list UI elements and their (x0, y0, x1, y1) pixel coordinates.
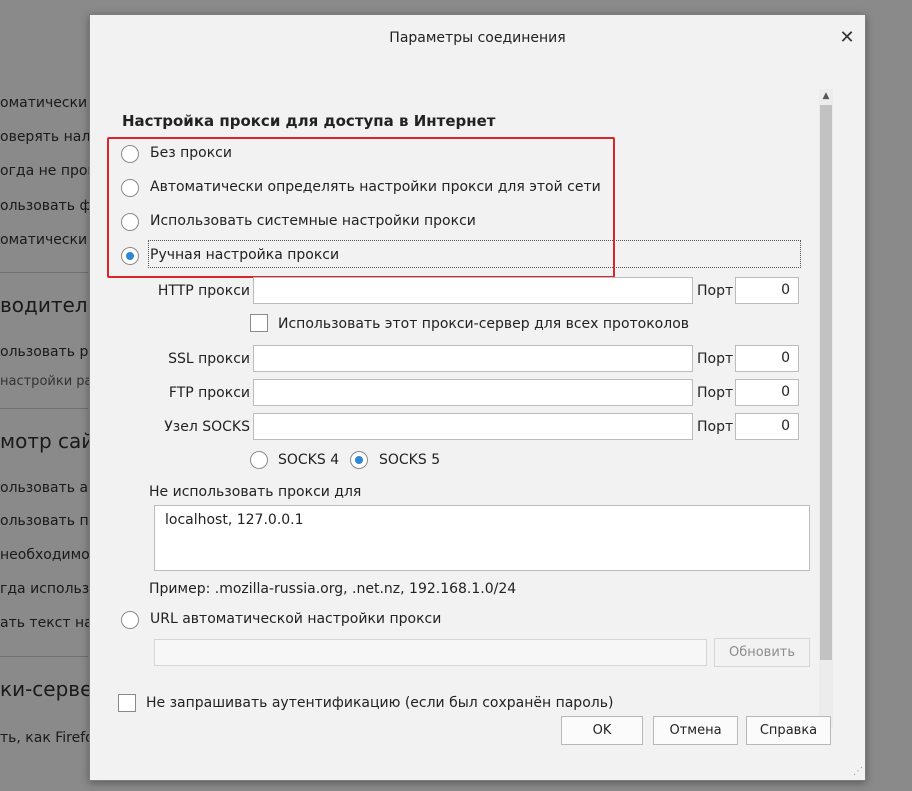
bg-line: оматически у (0, 95, 100, 111)
ok-button[interactable]: OK (561, 716, 643, 745)
bg-line: ользовать фо (0, 198, 100, 214)
radio-auto-detect-label[interactable]: Автоматически определять настройки прокс… (150, 179, 601, 195)
bg-line: ользовать пл (0, 513, 98, 529)
no-auth-checkbox[interactable] (118, 694, 136, 712)
ftp-proxy-input[interactable] (253, 379, 693, 406)
bg-line: настройки рас (0, 374, 100, 389)
resize-grip-icon[interactable]: ⋰ (851, 766, 863, 778)
ftp-proxy-label: FTP прокси (168, 385, 250, 401)
ssl-proxy-label: SSL прокси (168, 351, 250, 367)
socks-host-label: Узел SOCKS (164, 419, 250, 435)
radio-auto-detect[interactable] (121, 179, 139, 197)
no-proxy-textarea[interactable]: localhost, 127.0.0.1 (154, 505, 810, 571)
bg-line: ользовать ре (0, 344, 97, 360)
radio-socks4[interactable] (250, 451, 268, 469)
socks-port-input[interactable]: 0 (735, 413, 799, 440)
section-title: Настройка прокси для доступа в Интернет (122, 112, 496, 130)
ftp-port-input[interactable]: 0 (735, 379, 799, 406)
dialog-titlebar[interactable]: Параметры соединения ✕ (90, 15, 865, 63)
vertical-scrollbar[interactable]: ▲ ▼ (819, 89, 833, 729)
radio-no-proxy[interactable] (121, 145, 139, 163)
radio-system-proxy[interactable] (121, 213, 139, 231)
socks-host-input[interactable] (253, 413, 693, 440)
socks-port-label: Порт (697, 419, 734, 435)
scroll-thumb[interactable] (820, 105, 832, 660)
close-icon[interactable]: ✕ (835, 26, 859, 50)
radio-manual-proxy-label[interactable]: Ручная настройка прокси (150, 247, 339, 263)
radio-auto-config-url[interactable] (121, 611, 139, 629)
http-proxy-input[interactable] (253, 277, 693, 304)
scroll-up-icon[interactable]: ▲ (819, 89, 833, 103)
ssl-port-input[interactable]: 0 (735, 345, 799, 372)
bg-heading: водитель (0, 293, 100, 317)
dialog-content: Настройка прокси для доступа в Интернет … (90, 63, 865, 780)
bg-line: оматически с (0, 232, 100, 248)
radio-no-proxy-label[interactable]: Без прокси (150, 145, 232, 161)
help-button[interactable]: Справка (746, 716, 831, 745)
bg-divider (0, 408, 88, 409)
bg-line: оверять нали (0, 129, 100, 145)
ftp-port-label: Порт (697, 385, 734, 401)
bg-line: гда использо (0, 581, 98, 597)
bg-divider (0, 272, 88, 273)
bg-line: ользовать ав (0, 480, 97, 496)
auto-config-url-input[interactable] (154, 639, 707, 666)
radio-manual-proxy[interactable] (121, 247, 139, 265)
radio-system-proxy-label[interactable]: Использовать системные настройки прокси (150, 213, 476, 229)
use-for-all-label[interactable]: Использовать этот прокси-сервер для всех… (278, 316, 689, 332)
reload-button[interactable]: Обновить (714, 638, 810, 667)
bg-line: ть, как Firefo (0, 730, 94, 746)
bg-divider (0, 656, 88, 657)
no-proxy-label: Не использовать прокси для (149, 484, 362, 500)
bg-line: огда не пров (0, 163, 96, 179)
http-port-label: Порт (697, 283, 734, 299)
auto-config-url-label[interactable]: URL автоматической настройки прокси (150, 611, 441, 627)
radio-socks5[interactable] (350, 451, 368, 469)
ssl-port-label: Порт (697, 351, 734, 367)
no-auth-label[interactable]: Не запрашивать аутентификацию (если был … (146, 695, 613, 711)
http-port-input[interactable]: 0 (735, 277, 799, 304)
ssl-proxy-input[interactable] (253, 345, 693, 372)
cancel-button[interactable]: Отмена (653, 716, 738, 745)
no-proxy-example: Пример: .mozilla-russia.org, .net.nz, 19… (149, 581, 517, 597)
use-for-all-checkbox[interactable] (250, 314, 268, 332)
radio-socks4-label[interactable]: SOCKS 4 (278, 452, 339, 468)
http-proxy-label: HTTP прокси (157, 283, 250, 299)
radio-socks5-label[interactable]: SOCKS 5 (379, 452, 440, 468)
connection-settings-dialog: Параметры соединения ✕ Настройка прокси … (89, 14, 866, 781)
dialog-title: Параметры соединения (389, 30, 566, 46)
bg-line: необходимо (0, 547, 90, 563)
